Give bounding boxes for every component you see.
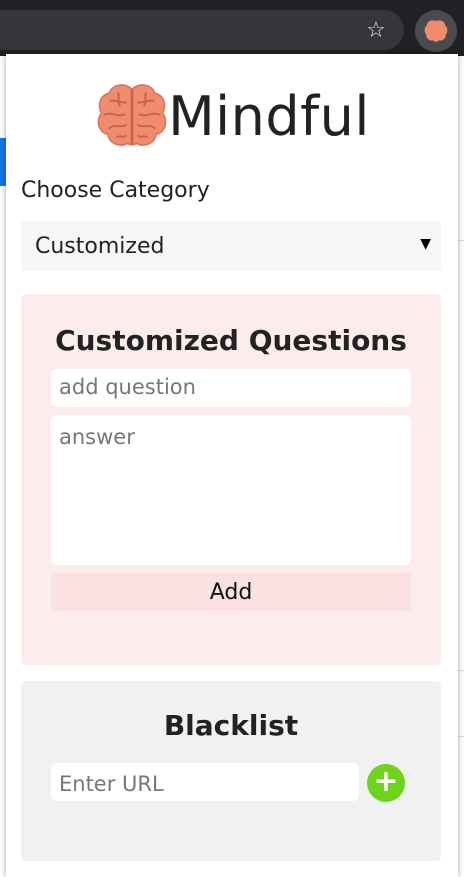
url-input[interactable]: Enter URL [51,763,359,801]
brain-icon [97,84,167,146]
browser-toolbar: ☆ [0,0,464,56]
answer-textarea[interactable]: answer [51,415,411,565]
extension-popup: Mindful Choose Category Customized ▼ Cus… [6,54,458,877]
category-select[interactable]: Customized ▼ [21,221,441,271]
question-input[interactable]: add question [51,369,411,407]
customized-questions-title: Customized Questions [55,324,407,357]
address-bar[interactable] [0,10,404,50]
category-label: Choose Category [21,178,210,203]
extension-button[interactable] [415,10,457,52]
blacklist-panel: Blacklist Enter URL + [21,681,441,861]
star-icon[interactable]: ☆ [362,17,390,45]
add-url-button[interactable]: + [367,764,405,802]
app-title: Mindful [168,84,370,148]
add-question-button[interactable]: Add [51,573,411,611]
brain-icon [424,20,448,42]
category-select-value: Customized [35,234,165,259]
blacklist-title: Blacklist [163,709,299,742]
caret-down-icon: ▼ [420,236,431,252]
popup-header: Mindful [6,76,458,156]
customized-questions-panel: Customized Questions add question answer… [21,294,441,665]
